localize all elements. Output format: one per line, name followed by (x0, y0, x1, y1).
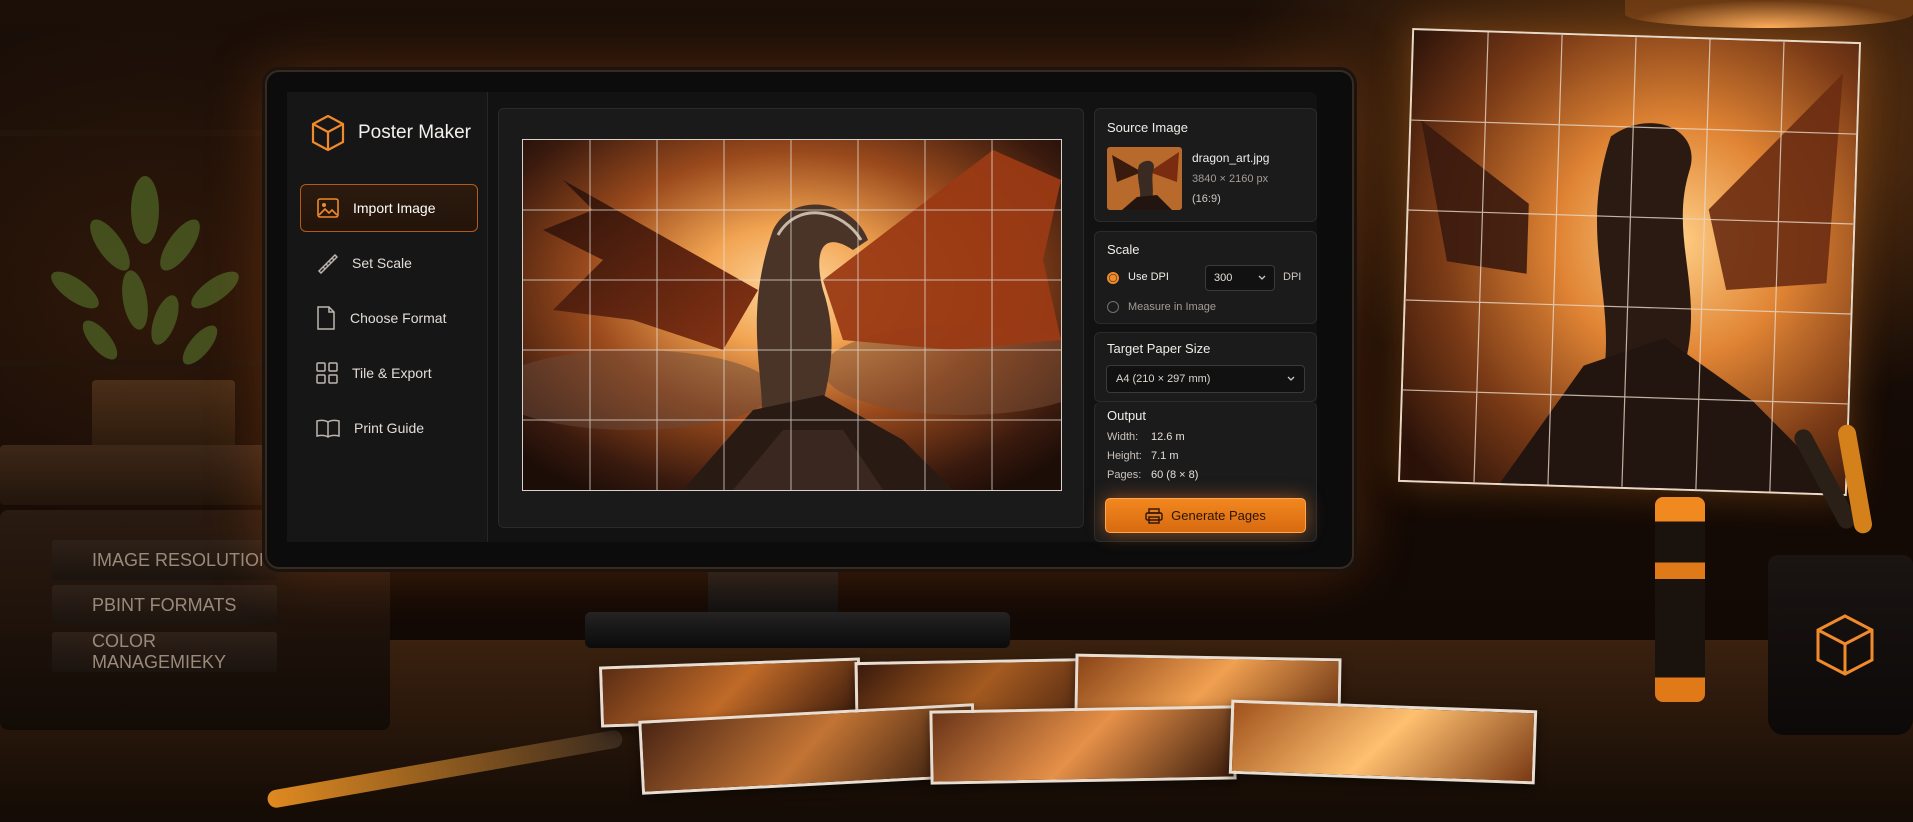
generate-pages-label: Generate Pages (1171, 508, 1266, 523)
book-spine: PBINT FORMATS (52, 585, 277, 625)
grid-icon (316, 362, 338, 384)
printed-poster-on-wall (1397, 28, 1862, 496)
book-spine: COLOR MANAGEMIEKY (52, 631, 277, 672)
use-dpi-label: Use DPI (1128, 271, 1169, 283)
dpi-select[interactable]: 300 (1205, 265, 1275, 291)
app-title: Poster Maker (358, 122, 471, 143)
dragon-thumbnail (1107, 147, 1182, 210)
pen-mug (1768, 555, 1913, 735)
sidebar-item-label: Import Image (353, 200, 436, 216)
sidebar-item-label: Set Scale (352, 255, 412, 271)
sidebar-item-choose-format[interactable]: Choose Format (300, 294, 478, 342)
book-spine: IMAGE RESOLUTION (52, 540, 277, 580)
use-dpi-radio[interactable] (1107, 272, 1119, 284)
glue-stick (1655, 497, 1705, 702)
paper-size-title: Target Paper Size (1107, 341, 1211, 356)
output-width-value: 12.6 m (1151, 431, 1185, 443)
source-thumbnail[interactable] (1107, 147, 1182, 210)
printer-icon (1145, 507, 1163, 524)
source-image-title: Source Image (1107, 120, 1188, 135)
stacked-books (0, 445, 300, 505)
sidebar-item-label: Choose Format (350, 310, 447, 326)
book-icon (316, 419, 340, 438)
output-height-label: Height: (1107, 450, 1142, 462)
source-filename: dragon_art.jpg (1192, 151, 1270, 165)
sidebar-item-print-guide[interactable]: Print Guide (300, 404, 478, 452)
monitor-base (585, 612, 1010, 648)
dpi-unit-label: DPI (1283, 271, 1302, 283)
sidebar-item-label: Print Guide (354, 420, 425, 436)
plant-pot (92, 380, 235, 450)
dragon-artwork (523, 140, 1061, 490)
printed-tile (1228, 699, 1538, 785)
plant-leaves (51, 176, 239, 365)
paper-size-value: A4 (210 × 297 mm) (1116, 373, 1211, 385)
document-icon (317, 306, 335, 330)
sidebar-item-import-image[interactable]: Import Image (300, 184, 478, 232)
dpi-value: 300 (1214, 272, 1233, 284)
output-height-value: 7.1 m (1151, 450, 1179, 462)
source-dimensions: 3840 × 2160 px (1192, 173, 1269, 185)
output-pages-value: 60 (8 × 8) (1151, 469, 1199, 481)
paper-size-select[interactable]: A4 (210 × 297 mm) (1106, 365, 1305, 393)
cube-logo-icon (1816, 614, 1874, 676)
scale-title: Scale (1107, 242, 1140, 257)
measure-in-image-radio[interactable] (1107, 301, 1119, 313)
bookshelf (0, 130, 270, 136)
output-width-label: Width: (1107, 431, 1139, 443)
tiled-image-preview[interactable] (522, 139, 1062, 491)
image-icon (317, 198, 339, 218)
sidebar-item-tile-export[interactable]: Tile & Export (300, 349, 478, 397)
measure-in-image-label: Measure in Image (1128, 301, 1217, 313)
output-pages-label: Pages: (1107, 469, 1142, 481)
printed-tile (929, 705, 1237, 785)
app-brand: Poster Maker (310, 110, 471, 156)
chevron-down-icon (1287, 376, 1295, 381)
sidebar-item-set-scale[interactable]: Set Scale (300, 239, 478, 287)
ruler-icon (317, 253, 338, 274)
chevron-down-icon (1258, 275, 1266, 280)
output-title: Output (1107, 408, 1147, 423)
sidebar-item-label: Tile & Export (352, 365, 432, 381)
desk-lamp (1625, 0, 1913, 28)
source-aspect: (16:9) (1192, 193, 1221, 205)
generate-pages-button[interactable]: Generate Pages (1105, 498, 1306, 533)
cube-logo-icon (311, 114, 345, 152)
